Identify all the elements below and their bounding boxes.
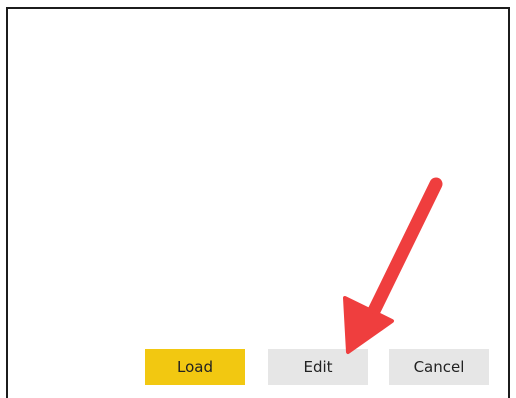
dialog-footer: Load Edit Cancel <box>0 349 516 385</box>
cancel-button[interactable]: Cancel <box>389 349 489 385</box>
edit-button[interactable]: Edit <box>268 349 368 385</box>
dialog-window <box>6 7 510 398</box>
load-button[interactable]: Load <box>145 349 245 385</box>
screenshot-stage: Load Edit Cancel <box>0 0 516 398</box>
